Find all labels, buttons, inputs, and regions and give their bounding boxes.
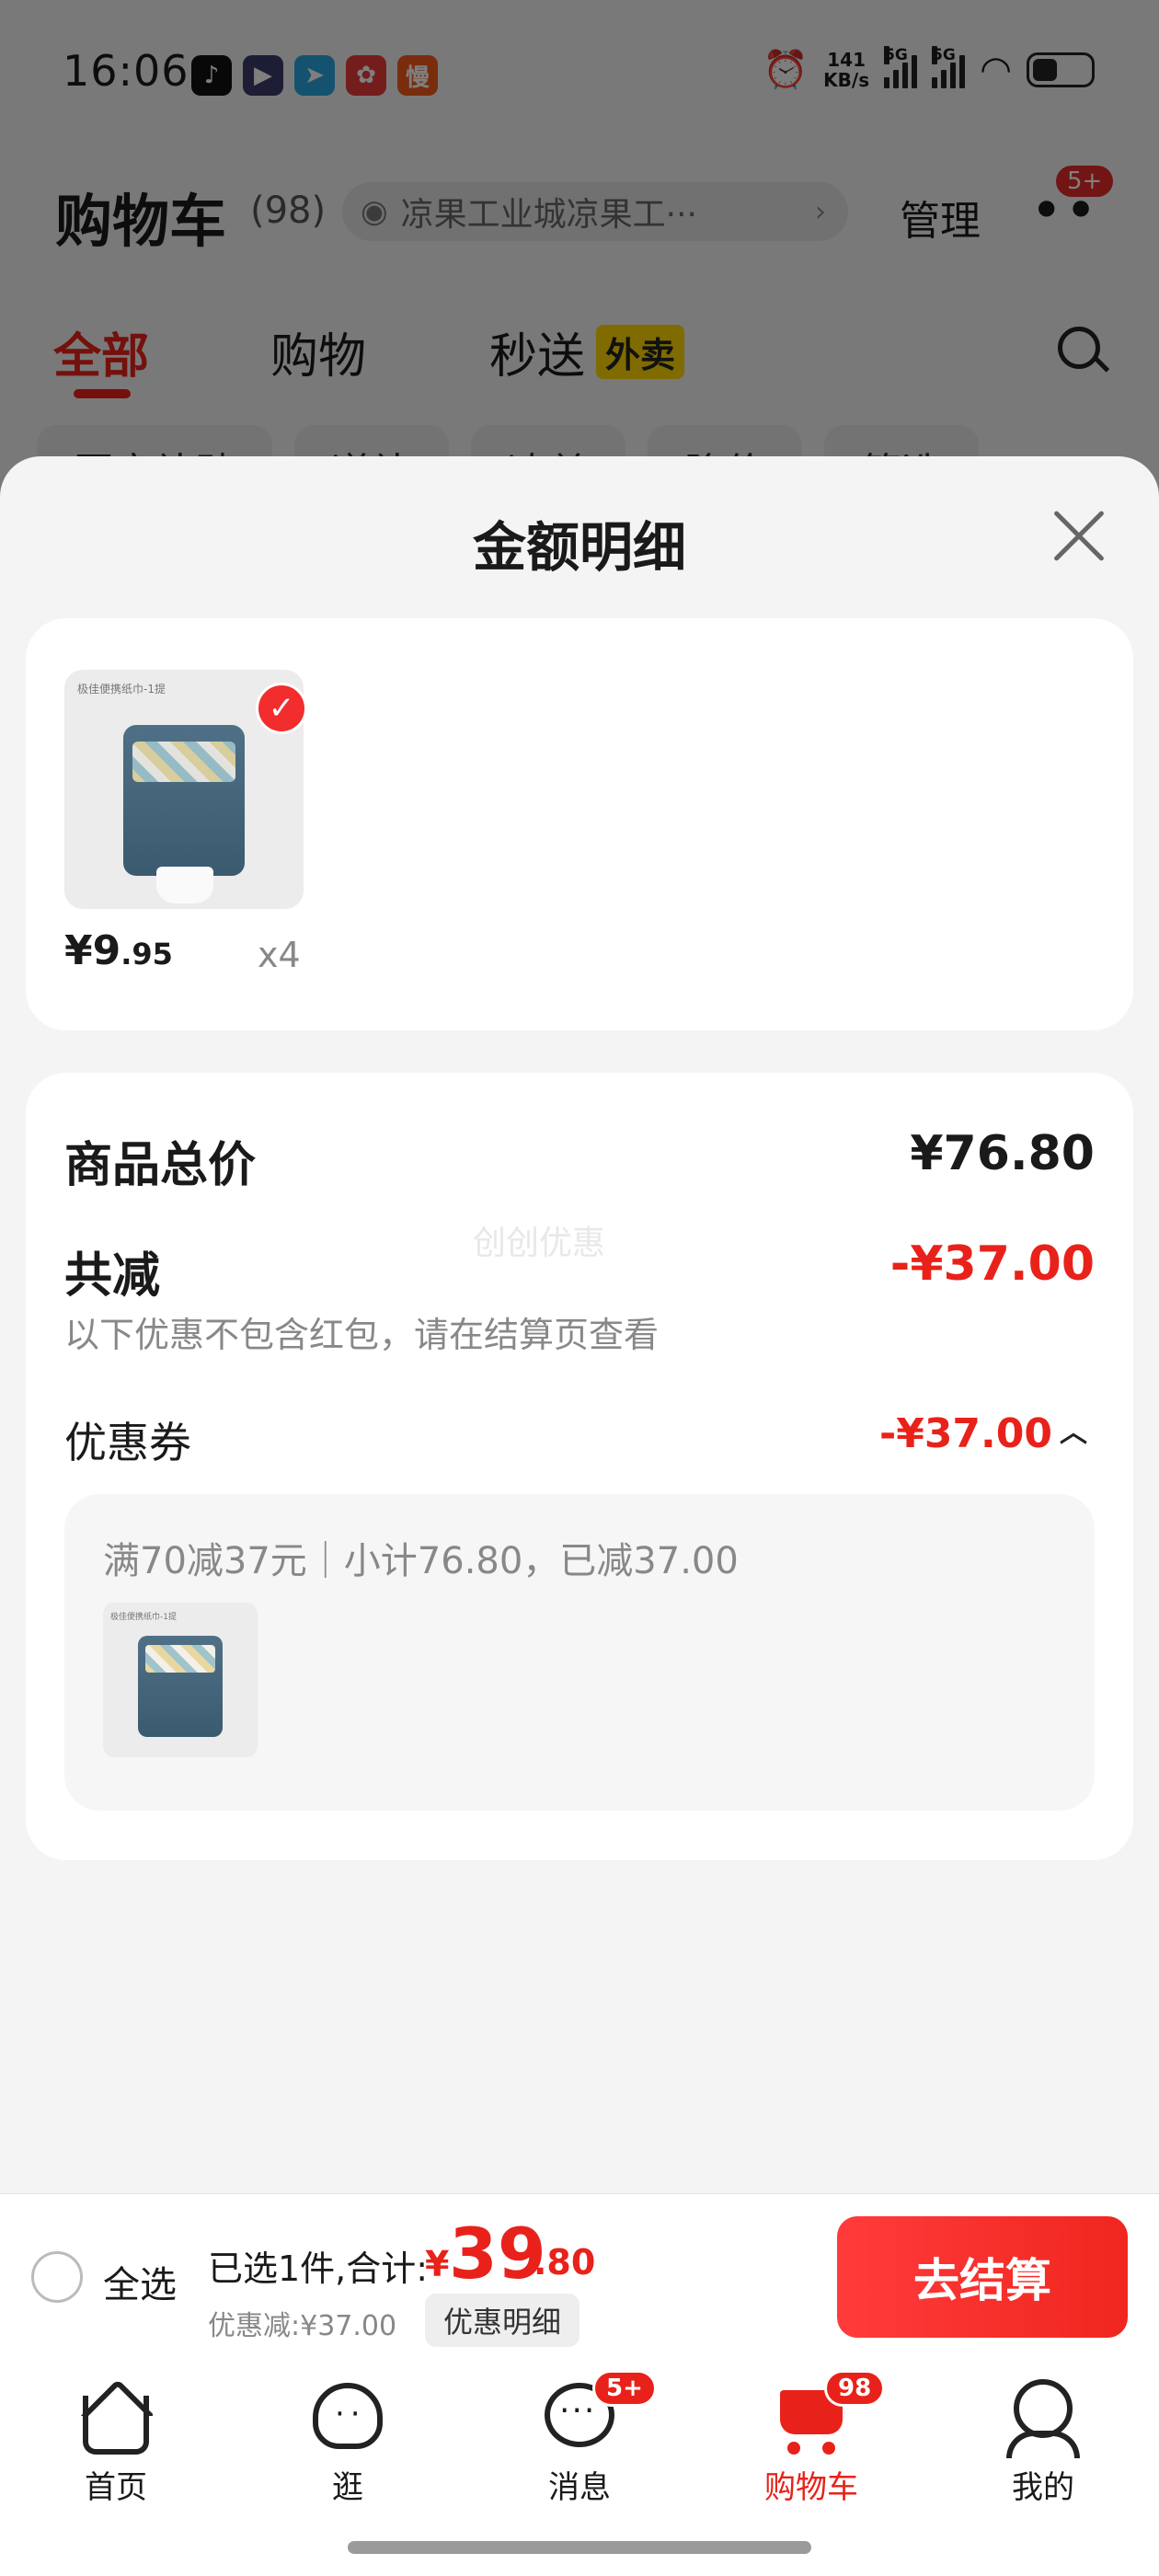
select-all-radio[interactable] <box>31 2251 83 2303</box>
nav-label-cart: 购物车 <box>764 2469 858 2506</box>
nav-label-profile: 我的 <box>1012 2469 1074 2506</box>
nav-item-profile[interactable]: 我的 <box>951 2377 1135 2507</box>
explore-icon <box>309 2377 386 2455</box>
watermark-text: 创创优惠 <box>473 1225 606 1262</box>
nav-item-messages[interactable]: 5+ 消息 <box>488 2370 671 2507</box>
checkout-bar: 全选 已选1件,合计: ¥ 39 .80 优惠减:¥37.00 优惠明细 去结算 <box>0 2193 1159 2357</box>
total-price-value: ¥76.80 <box>910 1126 1095 1181</box>
home-icon <box>77 2377 155 2455</box>
coupon-description: 满70减37元｜小计76.80，已减37.00 <box>103 1540 739 1582</box>
total-integer: 39 <box>449 2213 546 2294</box>
message-icon: 5+ <box>541 2370 657 2455</box>
nav-item-explore[interactable]: 逛 <box>256 2377 440 2507</box>
check-icon[interactable]: ✓ <box>256 683 307 734</box>
sheet-title: 金额明细 <box>472 516 686 579</box>
profile-icon <box>1004 2377 1082 2458</box>
messages-badge: 5+ <box>592 2370 657 2407</box>
discount-amount: 优惠减:¥37.00 <box>208 2310 397 2342</box>
total-price-label: 商品总价 <box>64 1138 257 1193</box>
total-decimal: .80 <box>534 2242 596 2283</box>
chevron-up-icon: ︿ <box>1060 1417 1087 1449</box>
coupon-detail-box: 满70减37元｜小计76.80，已减37.00 极佳便携纸巾-1提 <box>64 1494 1095 1811</box>
nav-label-explore: 逛 <box>332 2469 363 2506</box>
select-all-label[interactable]: 全选 <box>103 2255 177 2308</box>
price-summary-card: 商品总价 ¥76.80 共减 创创优惠 -¥37.00 以下优惠不包含红包，请在… <box>26 1073 1133 1860</box>
total-reduce-label: 共减 <box>64 1248 161 1304</box>
total-reduce-value: -¥37.00 <box>889 1236 1095 1292</box>
product-price: ¥9.95 <box>64 927 173 974</box>
nav-label-home: 首页 <box>85 2469 147 2506</box>
coupon-value: -¥37.00 <box>878 1410 1052 1457</box>
selected-info: 已选1件,合计: <box>208 2248 429 2289</box>
nav-label-messages: 消息 <box>548 2469 611 2506</box>
discount-detail-button[interactable]: 优惠明细 <box>425 2294 580 2347</box>
product-quantity: x4 <box>258 935 301 975</box>
coupon-product-thumbnail: 极佳便携纸巾-1提 <box>103 1603 258 1757</box>
home-indicator[interactable] <box>348 2541 811 2554</box>
checkout-button[interactable]: 去结算 <box>837 2216 1128 2338</box>
coupon-label: 优惠券 <box>64 1418 191 1467</box>
close-icon[interactable] <box>1050 508 1107 565</box>
cart-icon: 98 <box>773 2370 886 2455</box>
cart-badge: 98 <box>824 2370 886 2407</box>
coupon-toggle[interactable]: -¥37.00 ︿ <box>879 1409 1087 1457</box>
total-currency: ¥ <box>425 2244 450 2284</box>
nav-item-cart[interactable]: 98 购物车 <box>719 2370 903 2507</box>
selected-products-card: 极佳便携纸巾-1提 ✓ ¥9.95 x4 <box>26 618 1133 1030</box>
discount-note: 以下优惠不包含红包，请在结算页查看 <box>64 1315 660 1355</box>
amount-detail-sheet: 金额明细 极佳便携纸巾-1提 ✓ ¥9.95 x4 商品总价 ¥76.80 共减… <box>0 456 1159 2193</box>
nav-item-home[interactable]: 首页 <box>24 2377 208 2507</box>
